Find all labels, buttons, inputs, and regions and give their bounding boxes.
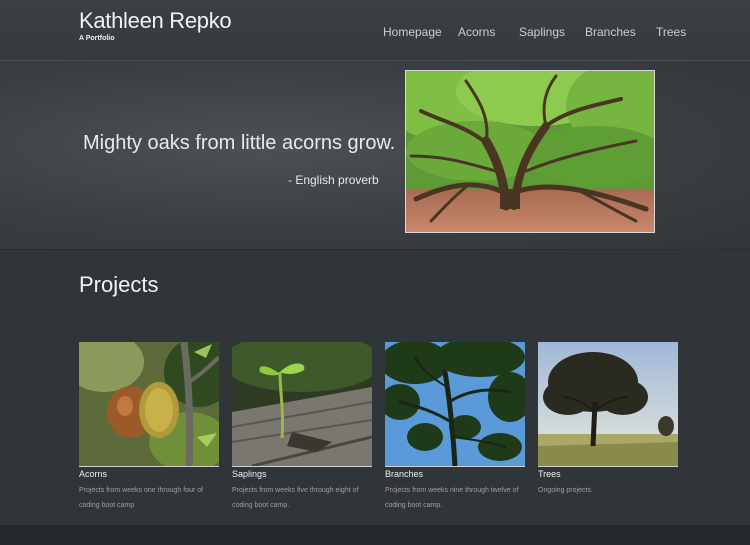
acorn-illustration — [79, 342, 219, 466]
hero-quote: Mighty oaks from little acorns grow. — [83, 132, 396, 154]
branches-illustration — [385, 342, 525, 466]
saplings-image[interactable] — [232, 342, 372, 467]
hero-quote-attribution: - English proverb — [288, 173, 379, 187]
card-description-trees: Ongoing projects. — [538, 487, 593, 494]
nav-item-branches[interactable]: Branches — [585, 25, 636, 39]
card-description-acorns: Projects from weeks one through four of … — [79, 487, 204, 509]
projects-heading: Projects — [79, 272, 159, 297]
acorns-image[interactable] — [79, 342, 219, 467]
sapling-illustration — [232, 342, 372, 466]
project-card-saplings[interactable]: Saplings Projects from weeks five throug… — [232, 342, 372, 513]
card-label-acorns[interactable]: Acorns — [79, 469, 219, 479]
nav-item-acorns[interactable]: Acorns — [458, 25, 495, 39]
card-label-trees[interactable]: Trees — [538, 469, 678, 479]
nav-item-homepage[interactable]: Homepage — [383, 25, 442, 39]
card-description-branches: Projects from weeks nine through twelve … — [385, 487, 519, 509]
nav-item-trees[interactable]: Trees — [656, 25, 686, 39]
site-header: Kathleen Repko A Portfolio Homepage Acor… — [0, 0, 750, 61]
main-nav: Homepage Acorns Saplings Branches Trees — [0, 25, 750, 41]
project-card-acorns[interactable]: Acorns Projects from weeks one through f… — [79, 342, 219, 513]
card-label-saplings[interactable]: Saplings — [232, 469, 372, 479]
nav-item-saplings[interactable]: Saplings — [519, 25, 565, 39]
project-card-branches[interactable]: Branches Projects from weeks nine throug… — [385, 342, 525, 513]
hero-oak-tree-image — [405, 70, 655, 233]
oak-tree-illustration — [406, 71, 654, 232]
card-description-saplings: Projects from weeks five through eight o… — [232, 487, 359, 509]
trees-image[interactable] — [538, 342, 678, 467]
project-card-trees[interactable]: Trees Ongoing projects. — [538, 342, 678, 498]
tree-illustration — [538, 342, 678, 466]
site-footer — [0, 525, 750, 545]
card-label-branches[interactable]: Branches — [385, 469, 525, 479]
branches-image[interactable] — [385, 342, 525, 467]
